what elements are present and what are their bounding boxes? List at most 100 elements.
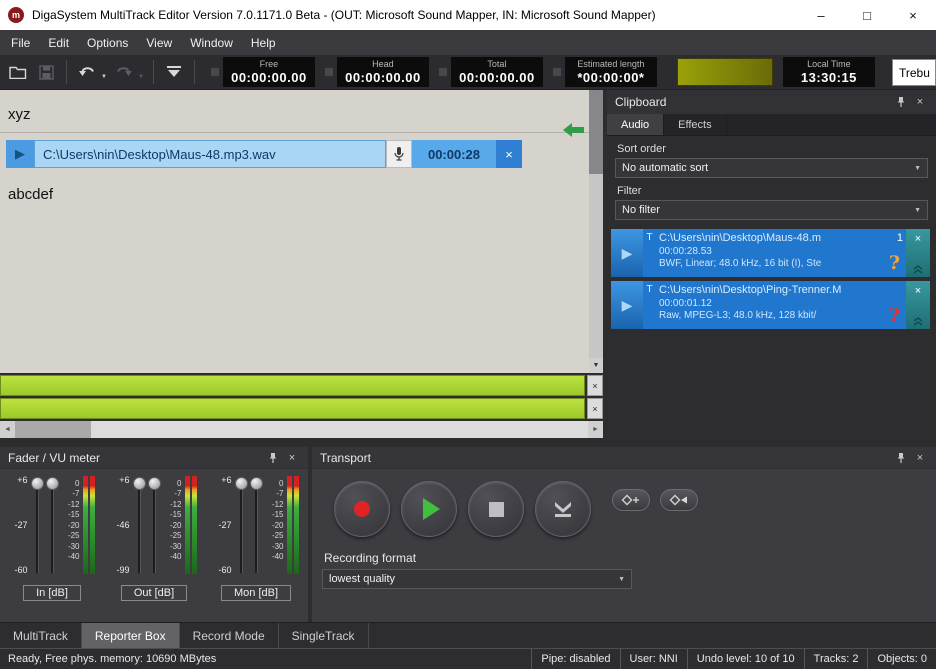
fader-slider[interactable] (234, 475, 249, 575)
menu-window[interactable]: Window (181, 30, 242, 55)
slider-knob[interactable] (133, 477, 146, 490)
tab-singletrack[interactable]: SingleTrack (279, 623, 369, 648)
trebu-button[interactable]: Trebu (892, 59, 936, 86)
fader-panel-header: Fader / VU meter × (0, 447, 308, 469)
mode-tab-bar: MultiTrack Reporter Box Record Mode Sing… (0, 622, 936, 648)
close-panel-icon[interactable]: × (912, 96, 928, 108)
counter-value: *00:00:00* (577, 70, 644, 85)
minimize-button[interactable]: – (798, 0, 844, 30)
clipboard-item[interactable]: ▶ T C:\Users\nin\Desktop\Ping-Trenner.M … (611, 281, 930, 329)
fader-slider[interactable] (147, 475, 162, 575)
menu-help[interactable]: Help (242, 30, 285, 55)
record-button[interactable] (334, 481, 390, 537)
filter-label: Filter (617, 185, 926, 197)
slider-knob[interactable] (46, 477, 59, 490)
status-pipe: Pipe: disabled (531, 649, 619, 669)
open-button[interactable] (5, 59, 31, 85)
close-panel-icon[interactable]: × (284, 452, 300, 464)
level-bar-row: × (0, 375, 603, 396)
stop-button[interactable] (468, 481, 524, 537)
horizontal-scrollbar-thumb[interactable] (15, 421, 91, 438)
filter-select[interactable]: No filter ▼ (615, 200, 928, 220)
slider-knob[interactable] (31, 477, 44, 490)
scale-max: +6 (119, 475, 129, 485)
item-play-button[interactable]: ▶ (611, 281, 643, 329)
slider-track (255, 477, 258, 573)
level-bar[interactable] (0, 398, 585, 419)
filter-value: No filter (622, 204, 660, 216)
vertical-scrollbar-thumb[interactable] (589, 90, 603, 174)
scale-min: -60 (218, 565, 231, 575)
item-expand-icon[interactable] (913, 265, 923, 274)
scale-mid: -27 (14, 520, 27, 530)
tab-reporter-box[interactable]: Reporter Box (82, 623, 180, 648)
close-button[interactable]: × (890, 0, 936, 30)
tab-record-mode[interactable]: Record Mode (180, 623, 279, 648)
prev-marker-button[interactable] (660, 489, 698, 511)
clip-play-button[interactable]: ▶ (6, 140, 34, 168)
scale-tick: -15 (272, 510, 284, 519)
item-expand-icon[interactable] (913, 317, 923, 326)
fader-slider[interactable] (132, 475, 147, 575)
scroll-down-button[interactable]: ▼ (589, 358, 603, 373)
level-bar[interactable] (0, 375, 585, 396)
maximize-button[interactable]: □ (844, 0, 890, 30)
recording-format-select[interactable]: lowest quality ▼ (322, 569, 632, 589)
scale-max: +6 (17, 475, 27, 485)
pin-icon[interactable] (893, 452, 909, 464)
scale-mid: -27 (218, 520, 231, 530)
item-side-controls: × (906, 229, 930, 277)
scale-tick: -7 (174, 489, 181, 498)
undo-dropdown-caret-icon[interactable]: ▼ (101, 74, 107, 80)
item-remove-button[interactable]: × (915, 285, 921, 297)
tab-effects[interactable]: Effects (664, 114, 726, 135)
fader-slider[interactable] (45, 475, 60, 575)
scale-tick: -20 (170, 521, 182, 530)
play-button[interactable] (401, 481, 457, 537)
clip-file-path[interactable]: C:\Users\nin\Desktop\Maus-48.mp3.wav (34, 140, 386, 168)
clip-record-button[interactable] (386, 140, 412, 168)
fader-group-label: Mon [dB] (221, 585, 291, 601)
pin-icon[interactable] (893, 96, 909, 108)
slider-knob[interactable] (250, 477, 263, 490)
redo-button[interactable] (111, 59, 137, 85)
horizontal-scrollbar[interactable]: ◄ ► (0, 421, 603, 438)
menu-options[interactable]: Options (78, 30, 137, 55)
sort-order-select[interactable]: No automatic sort ▼ (615, 158, 928, 178)
tab-multitrack[interactable]: MultiTrack (0, 623, 82, 648)
counter-label: Total (487, 59, 506, 70)
scale-tick: -30 (68, 542, 80, 551)
undo-button[interactable] (74, 59, 100, 85)
scroll-right-button[interactable]: ► (588, 421, 603, 438)
go-to-end-button[interactable] (535, 481, 591, 537)
item-play-button[interactable]: ▶ (611, 229, 643, 277)
clipboard-item[interactable]: ▶ T C:\Users\nin\Desktop\Maus-48.m 1 00:… (611, 229, 930, 277)
scale-tick: -12 (68, 500, 80, 509)
level-bar-close-button[interactable]: × (587, 375, 603, 396)
scale-min: -99 (116, 565, 129, 575)
vu-meter (287, 475, 299, 575)
close-panel-icon[interactable]: × (912, 452, 928, 464)
slider-knob[interactable] (235, 477, 248, 490)
clip-remove-button[interactable]: × (496, 140, 522, 168)
vertical-scrollbar[interactable]: ▼ (589, 90, 603, 373)
track-editor-canvas[interactable]: xyz ▶ C:\Users\nin\Desktop\Maus-48.mp3.w… (0, 90, 603, 373)
pin-icon[interactable] (265, 452, 281, 464)
slider-knob[interactable] (148, 477, 161, 490)
save-button[interactable] (33, 59, 59, 85)
window-title: DigaSystem MultiTrack Editor Version 7.0… (32, 8, 798, 22)
track-list-button[interactable] (161, 59, 187, 85)
horizontal-scrollbar-track[interactable] (15, 421, 588, 438)
scale-min: -60 (14, 565, 27, 575)
tab-audio[interactable]: Audio (607, 114, 664, 135)
fader-slider[interactable] (30, 475, 45, 575)
menu-edit[interactable]: Edit (39, 30, 78, 55)
menu-file[interactable]: File (2, 30, 39, 55)
fader-slider[interactable] (249, 475, 264, 575)
level-bar-close-button[interactable]: × (587, 398, 603, 419)
item-remove-button[interactable]: × (915, 233, 921, 245)
add-marker-button[interactable] (612, 489, 650, 511)
scale-tick: -40 (272, 552, 284, 561)
scroll-left-button[interactable]: ◄ (0, 421, 15, 438)
menu-view[interactable]: View (137, 30, 181, 55)
